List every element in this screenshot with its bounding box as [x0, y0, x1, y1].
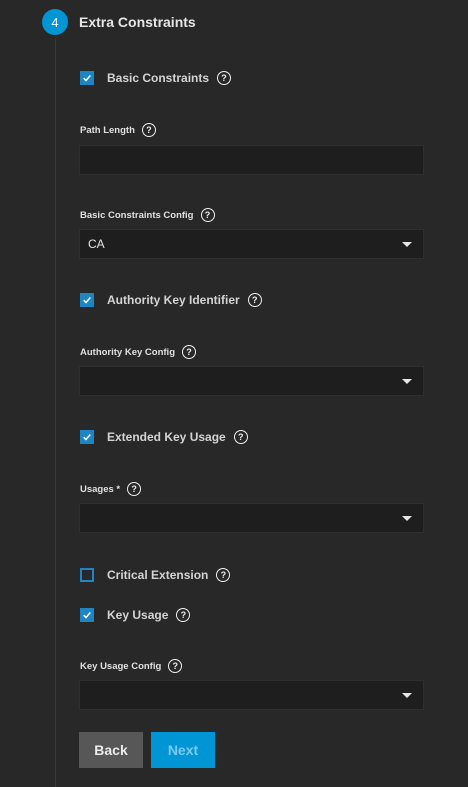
key-usage-row: Key Usage ? [80, 606, 191, 624]
key-usage-config-label-row: Key Usage Config ? [80, 659, 183, 673]
usages-label-row: Usages * ? [80, 482, 142, 496]
step-header: 4 Extra Constraints [42, 9, 196, 35]
next-button[interactable]: Next [151, 732, 215, 768]
help-icon[interactable]: ? [182, 345, 196, 359]
critical-extension-label: Critical Extension [107, 568, 209, 582]
key-usage-config-select[interactable] [79, 680, 424, 710]
help-icon[interactable]: ? [168, 659, 183, 673]
checkmark-icon [83, 434, 91, 441]
key-usage-label: Key Usage [107, 608, 169, 622]
critical-extension-row: Critical Extension ? [80, 566, 231, 584]
help-icon[interactable]: ? [141, 123, 156, 137]
basic-constraints-config-label-row: Basic Constraints Config ? [80, 208, 215, 222]
dropdown-caret-icon [402, 516, 412, 521]
help-icon[interactable]: ? [200, 208, 215, 222]
step-connector-line [55, 38, 56, 787]
back-button[interactable]: Back [79, 732, 143, 768]
help-icon[interactable]: ? [233, 430, 248, 444]
checkmark-icon [83, 75, 91, 82]
basic-constraints-label: Basic Constraints [107, 71, 210, 85]
help-icon[interactable]: ? [216, 568, 231, 582]
dropdown-caret-icon [402, 242, 412, 247]
authority-key-identifier-label: Authority Key Identifier [107, 293, 240, 307]
authority-key-config-label-row: Authority Key Config ? [80, 345, 196, 359]
authority-key-config-select[interactable] [79, 366, 424, 396]
key-usage-checkbox[interactable] [80, 608, 94, 622]
path-length-label-row: Path Length ? [80, 123, 156, 137]
authority-key-config-label: Authority Key Config [80, 346, 175, 358]
extended-key-usage-label: Extended Key Usage [107, 430, 226, 444]
dropdown-caret-icon [402, 379, 412, 384]
authority-key-identifier-checkbox[interactable] [80, 293, 94, 307]
help-icon[interactable]: ? [127, 482, 142, 496]
extended-key-usage-checkbox[interactable] [80, 430, 94, 444]
extended-key-usage-row: Extended Key Usage ? [80, 428, 248, 446]
path-length-field[interactable] [79, 145, 424, 175]
path-length-input[interactable] [80, 146, 423, 174]
dropdown-caret-icon [402, 693, 412, 698]
checkmark-icon [83, 297, 91, 304]
key-usage-config-label: Key Usage Config [80, 660, 162, 672]
step-number-badge: 4 [42, 9, 68, 35]
basic-constraints-config-value: CA [88, 237, 105, 251]
step-title: Extra Constraints [79, 14, 196, 30]
path-length-label: Path Length [80, 124, 135, 136]
authority-key-identifier-row: Authority Key Identifier ? [80, 291, 262, 309]
basic-constraints-config-label: Basic Constraints Config [80, 209, 194, 221]
help-icon[interactable]: ? [247, 293, 262, 307]
critical-extension-checkbox[interactable] [80, 568, 94, 582]
usages-select[interactable] [79, 503, 424, 533]
help-icon[interactable]: ? [176, 608, 191, 622]
help-icon[interactable]: ? [217, 71, 232, 85]
basic-constraints-checkbox[interactable] [80, 71, 94, 85]
checkmark-icon [83, 612, 91, 619]
basic-constraints-row: Basic Constraints ? [80, 69, 232, 87]
usages-label: Usages * [80, 483, 121, 495]
basic-constraints-config-select[interactable]: CA [79, 229, 424, 259]
